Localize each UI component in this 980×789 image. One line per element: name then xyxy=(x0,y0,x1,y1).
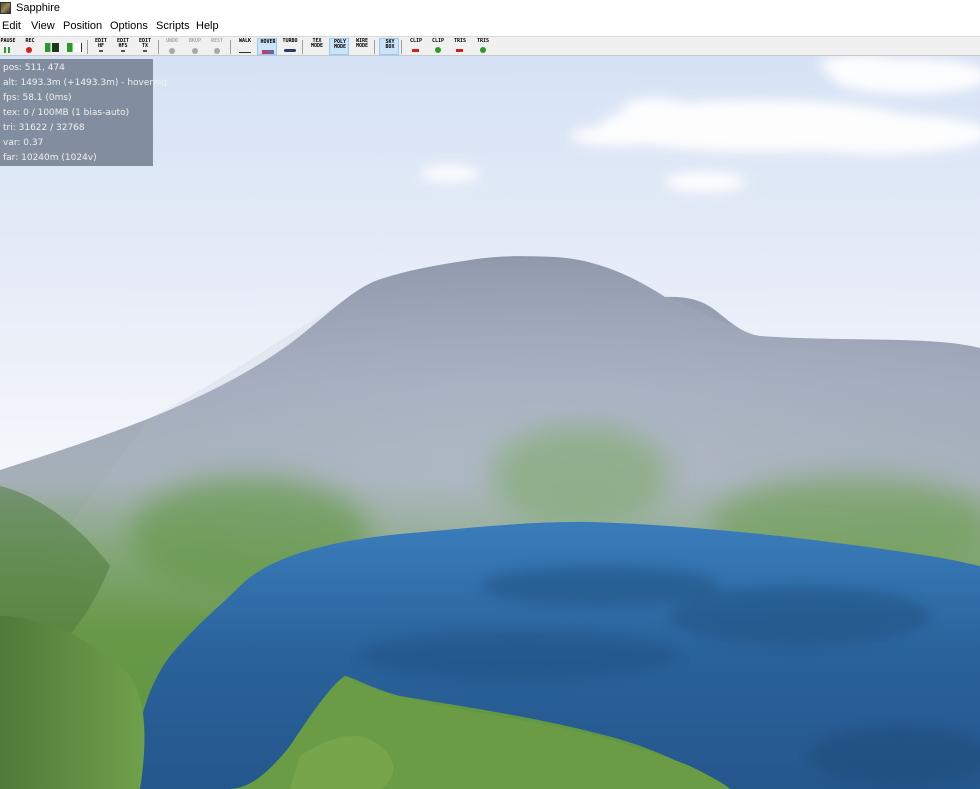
stat-altitude: alt: 1493.3m (+1493.3m) - hovering xyxy=(3,78,168,88)
toolbar: PAUSE REC EDIT HF EDIT HFS EDIT TX UNDO BKUP RE… xyxy=(0,36,980,56)
title-bar: Sapphire xyxy=(0,0,980,18)
toolbar-separator xyxy=(302,40,303,54)
toolbar-button-skybox[interactable]: SKY BOX xyxy=(379,38,399,55)
menu-view[interactable]: View xyxy=(31,20,55,32)
tris-plus-icon xyxy=(480,47,486,53)
toolbar-button-label: CLIP xyxy=(409,38,423,44)
stat-far: far: 10240m (1024v) xyxy=(3,153,97,163)
menu-help[interactable]: Help xyxy=(196,20,219,32)
toolbar-button-clip-minus[interactable]: CLIP xyxy=(406,38,426,55)
app-icon[interactable] xyxy=(0,2,11,14)
toolbar-button-label: REST xyxy=(210,38,224,44)
save-icon xyxy=(45,43,59,52)
walk-icon xyxy=(239,52,251,53)
stat-triangles: tri: 31622 / 32768 xyxy=(3,123,85,133)
toolbar-button-hover[interactable]: HOVER xyxy=(257,38,277,55)
toolbar-button-label: TEX MODE xyxy=(310,38,324,49)
toolbar-button-tris-plus[interactable]: TRIS xyxy=(473,38,493,55)
backup-icon xyxy=(192,48,198,54)
toolbar-button-restore[interactable]: REST xyxy=(207,38,227,55)
clip-minus-icon xyxy=(412,49,419,52)
toolbar-separator xyxy=(158,40,159,54)
restore-icon xyxy=(214,48,220,54)
toolbar-button-texture-mode[interactable]: TEX MODE xyxy=(307,38,327,55)
menu-edit[interactable]: Edit xyxy=(2,20,21,32)
toolbar-separator xyxy=(230,40,231,54)
window-title: Sapphire xyxy=(16,2,61,14)
toolbar-button-clip-plus[interactable]: CLIP xyxy=(428,38,448,55)
toolbar-button-backup[interactable]: BKUP xyxy=(185,38,205,55)
record-icon xyxy=(26,47,32,53)
toolbar-button-label: WIRE MODE xyxy=(355,38,369,49)
edit-heightfield-icon xyxy=(99,50,103,52)
toolbar-button-walk[interactable]: WALK xyxy=(235,38,255,55)
toolbar-button-label: EDIT HF xyxy=(94,38,108,49)
menu-options[interactable]: Options xyxy=(110,20,148,32)
toolbar-button-poly-mode[interactable]: POLY MODE xyxy=(329,38,349,55)
clip-plus-icon xyxy=(435,47,441,53)
toolbar-button-pause[interactable]: PAUSE xyxy=(0,38,18,55)
toolbar-button-label: HOVER xyxy=(260,39,276,45)
edit-heightfields-icon xyxy=(121,50,125,52)
toolbar-button-label: UNDO xyxy=(165,38,179,44)
hover-icon xyxy=(262,50,274,54)
toolbar-separator xyxy=(87,40,88,54)
toolbar-separator xyxy=(374,40,375,54)
menu-bar: Edit View Position Options Scripts Help xyxy=(0,18,980,36)
stat-variance: var: 0.37 xyxy=(3,138,44,148)
toolbar-button-label: POLY MODE xyxy=(333,39,347,50)
stat-texture: tex: 0 / 100MB (1 bias-auto) xyxy=(3,108,130,118)
toolbar-button-label: TURBO xyxy=(282,38,298,44)
toolbar-button-save[interactable] xyxy=(42,38,62,55)
toolbar-separator xyxy=(401,40,402,54)
toolbar-button-label: WALK xyxy=(238,38,252,44)
toolbar-button-label: PAUSE xyxy=(0,38,16,44)
load-icon xyxy=(67,43,82,52)
toolbar-button-label: EDIT TX xyxy=(138,38,152,49)
toolbar-button-edit-heightfields[interactable]: EDIT HFS xyxy=(113,38,133,55)
pause-icon xyxy=(4,47,6,53)
menu-position[interactable]: Position xyxy=(63,20,102,32)
tris-minus-icon xyxy=(456,49,463,52)
toolbar-button-label: TRIS xyxy=(476,38,490,44)
toolbar-button-undo[interactable]: UNDO xyxy=(162,38,182,55)
stat-fps: fps: 58.1 (0ms) xyxy=(3,93,72,103)
toolbar-button-label: SKY BOX xyxy=(385,39,395,50)
toolbar-button-label: REC xyxy=(25,38,35,44)
toolbar-button-edit-heightfield[interactable]: EDIT HF xyxy=(91,38,111,55)
toolbar-button-label: TRIS xyxy=(453,38,467,44)
menu-scripts[interactable]: Scripts xyxy=(156,20,190,32)
toolbar-button-load[interactable] xyxy=(64,38,84,55)
turbo-icon xyxy=(284,49,296,52)
stats-overlay: pos: 511, 474 alt: 1493.3m (+1493.3m) - … xyxy=(0,59,167,166)
toolbar-button-wire-mode[interactable]: WIRE MODE xyxy=(352,38,372,55)
toolbar-button-label: CLIP xyxy=(431,38,445,44)
toolbar-button-tris-minus[interactable]: TRIS xyxy=(450,38,470,55)
edit-texture-icon xyxy=(143,50,147,52)
stat-position: pos: 511, 474 xyxy=(3,63,65,73)
toolbar-button-turbo[interactable]: TURBO xyxy=(280,38,300,55)
toolbar-button-label: EDIT HFS xyxy=(116,38,130,49)
toolbar-button-edit-texture[interactable]: EDIT TX xyxy=(135,38,155,55)
toolbar-button-record[interactable]: REC xyxy=(20,38,40,55)
undo-icon xyxy=(169,48,175,54)
toolbar-button-label: BKUP xyxy=(188,38,202,44)
